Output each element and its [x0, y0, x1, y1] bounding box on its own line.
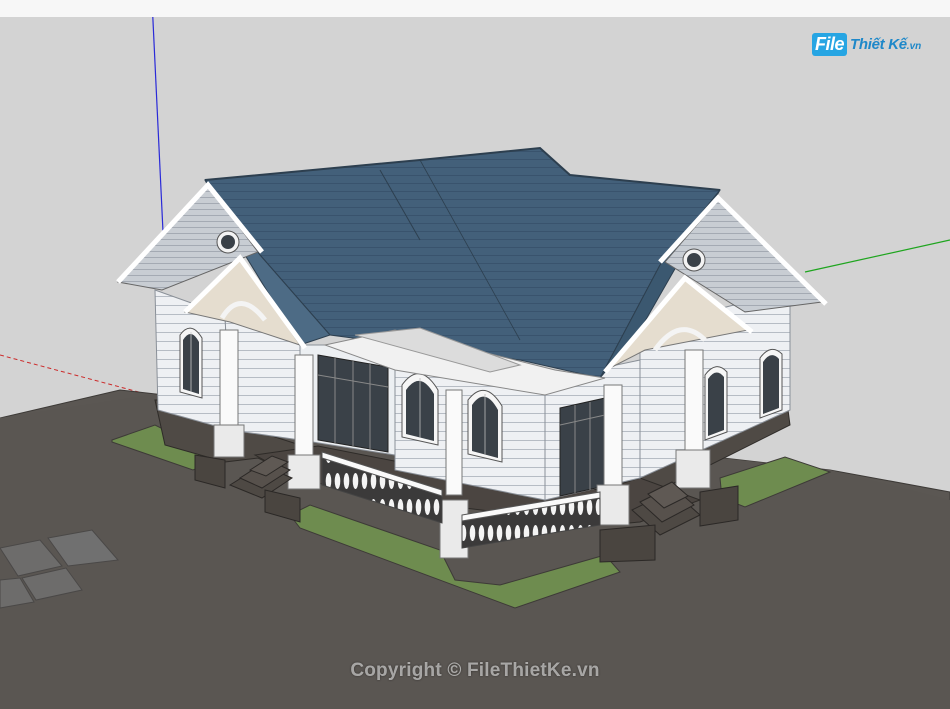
logo-word-file: File: [812, 32, 848, 56]
logo-word-vn: .vn: [906, 41, 922, 52]
window-right-1: [704, 366, 728, 441]
glass-door-right: [559, 397, 606, 497]
copyright-watermark: Copyright © FileThietKe.vn: [350, 660, 600, 681]
axis-blue-vertical: [152, 17, 164, 233]
glass-door-center: [317, 354, 389, 453]
filethietke-logo: File Thiết Kế .vn: [812, 29, 922, 59]
window-right-2: [759, 348, 783, 419]
window-main-2: [467, 390, 503, 463]
axis-red-dashed: [0, 354, 151, 396]
planter-right: [599, 524, 656, 563]
3d-viewport[interactable]: File Thiết Kế .vn Copyright © FileThietK…: [0, 17, 950, 709]
planter-far-right: [699, 485, 739, 527]
window-left-1: [179, 327, 203, 399]
model-scene[interactable]: [0, 17, 950, 709]
sketchup-window: File Thiết Kế .vn Copyright © FileThietK…: [0, 0, 950, 709]
window-top-strip: [0, 0, 950, 18]
logo-word-thietke: Thiết Kế: [850, 35, 907, 53]
axis-green: [804, 239, 950, 273]
window-main-1: [401, 373, 439, 446]
